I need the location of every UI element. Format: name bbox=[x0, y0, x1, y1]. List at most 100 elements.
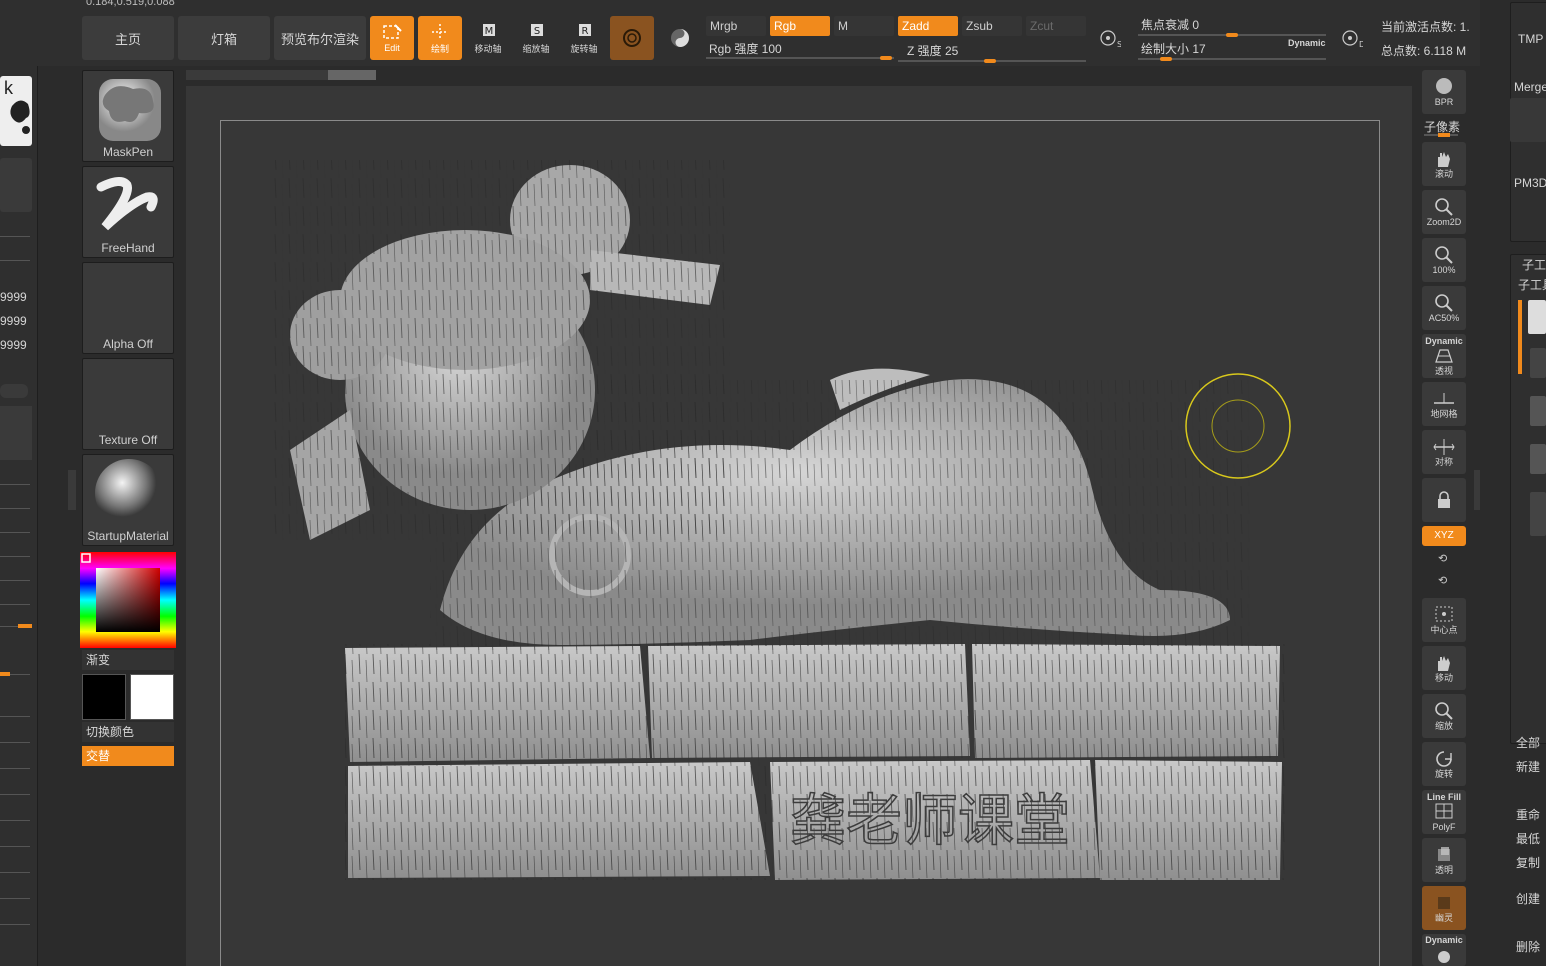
lowest-res-button[interactable]: 最低 bbox=[1516, 830, 1540, 847]
subtool-thumb-3[interactable] bbox=[1530, 396, 1546, 426]
left-collapse-tab[interactable] bbox=[68, 470, 76, 510]
alpha-slot[interactable]: Alpha Off bbox=[82, 262, 174, 354]
lock-button[interactable] bbox=[1422, 478, 1466, 522]
gradient-label[interactable]: 渐变 bbox=[82, 650, 174, 670]
bpr-button[interactable]: BPR bbox=[1422, 70, 1466, 114]
color-picker[interactable] bbox=[80, 552, 176, 648]
scale-view-button[interactable]: 缩放 bbox=[1422, 694, 1466, 738]
rotate-y-icon[interactable]: ⟲ bbox=[1438, 552, 1447, 565]
home-button[interactable]: 主页 bbox=[82, 16, 174, 60]
rotate-z-icon[interactable]: ⟲ bbox=[1438, 574, 1447, 587]
top-toolbar: 0.184,0.519,0.088 主页 灯箱 预览布尔渲染 Edit 绘制 M… bbox=[0, 0, 1546, 66]
show-all-button[interactable]: 全部 bbox=[1516, 734, 1540, 751]
move-axis-button[interactable]: M 移动轴 bbox=[466, 16, 510, 60]
lazy-mouse-s-button[interactable]: S bbox=[1090, 16, 1130, 60]
subtool-subheader: 子工具 bbox=[1518, 278, 1546, 292]
tray-slider-knob-2[interactable] bbox=[0, 672, 10, 676]
material-swatch-button[interactable] bbox=[610, 16, 654, 60]
ac50-label: AC50% bbox=[1428, 313, 1460, 323]
rotate-view-button[interactable]: 旋转 bbox=[1422, 742, 1466, 786]
ghost-button[interactable]: 幽灵 bbox=[1422, 886, 1466, 930]
ac50-button[interactable]: AC50% bbox=[1422, 286, 1466, 330]
new-folder-button[interactable]: 新建 bbox=[1516, 758, 1540, 775]
draw-size-knob[interactable] bbox=[1160, 57, 1172, 61]
subtool-header[interactable]: 子工 bbox=[1522, 256, 1546, 273]
tray-slider-knob[interactable] bbox=[18, 624, 32, 628]
duplicate-button[interactable]: 复制 bbox=[1516, 854, 1540, 871]
move-axis-label: 移动轴 bbox=[474, 43, 502, 54]
tmp-label[interactable]: TMP bbox=[1518, 32, 1543, 46]
svg-text:S: S bbox=[534, 26, 540, 37]
target-d-icon: D bbox=[1342, 30, 1363, 48]
sculpt-model[interactable]: 龚老师课堂 bbox=[230, 150, 1310, 890]
zadd-toggle[interactable]: Zadd bbox=[898, 16, 958, 36]
secondary-color-swatch[interactable] bbox=[82, 674, 126, 720]
persp-label: 透视 bbox=[1434, 366, 1453, 376]
rename-button[interactable]: 重命 bbox=[1516, 806, 1540, 823]
solo-button[interactable]: Dynamic bbox=[1422, 934, 1466, 966]
pm3d-label[interactable]: PM3D bbox=[1514, 176, 1546, 190]
alternate-button[interactable]: 交替 bbox=[82, 746, 174, 766]
rotate-axis-button[interactable]: R 旋转轴 bbox=[562, 16, 606, 60]
zcut-toggle[interactable]: Zcut bbox=[1026, 16, 1086, 36]
gradient-sphere-button[interactable] bbox=[658, 16, 702, 60]
lightbox-button[interactable]: 灯箱 bbox=[178, 16, 270, 60]
tray-box-2[interactable] bbox=[0, 406, 32, 460]
bpr-preview-button[interactable]: 预览布尔渲染 bbox=[274, 16, 366, 60]
z-intensity-knob[interactable] bbox=[984, 59, 996, 63]
mrgb-toggle[interactable]: Mrgb bbox=[706, 16, 766, 36]
tray-toggle[interactable] bbox=[0, 384, 28, 398]
maskpen-brush-slot[interactable]: MaskPen bbox=[82, 70, 174, 162]
draw-button[interactable]: 绘制 bbox=[418, 16, 462, 60]
subpixel-knob[interactable] bbox=[1438, 133, 1450, 137]
rgb-intensity-knob[interactable] bbox=[880, 56, 892, 60]
zoom100-button[interactable]: 100% bbox=[1422, 238, 1466, 282]
move-view-button[interactable]: 移动 bbox=[1422, 646, 1466, 690]
brush-cursor bbox=[1185, 373, 1291, 479]
subtool-thumb-4[interactable] bbox=[1530, 444, 1546, 474]
scroll-button[interactable]: 滚动 bbox=[1422, 142, 1466, 186]
move-view-label: 移动 bbox=[1434, 673, 1453, 683]
center-point-button[interactable]: 中心点 bbox=[1422, 598, 1466, 642]
svg-text:R: R bbox=[582, 26, 589, 37]
symmetry-button[interactable]: 对称 bbox=[1422, 430, 1466, 474]
subtool-thumb-5[interactable] bbox=[1530, 492, 1546, 536]
freehand-stroke-slot[interactable]: FreeHand bbox=[82, 166, 174, 258]
tray-box[interactable] bbox=[0, 158, 32, 212]
primary-color-swatch[interactable] bbox=[130, 674, 174, 720]
brush-preview-thumb[interactable]: k bbox=[0, 76, 32, 146]
ghost-label: 幽灵 bbox=[1434, 913, 1453, 923]
xyz-toggle[interactable]: XYZ bbox=[1422, 526, 1466, 546]
focal-shift-knob[interactable] bbox=[1226, 33, 1238, 37]
linefill-label: Line Fill bbox=[1426, 792, 1461, 802]
merge-thumb[interactable] bbox=[1510, 98, 1546, 142]
scale-view-icon bbox=[1435, 702, 1453, 720]
material-slot[interactable]: StartupMaterial bbox=[82, 454, 174, 546]
ghost-icon bbox=[1438, 897, 1450, 909]
floor-button[interactable]: 地网格 bbox=[1422, 382, 1466, 426]
texture-slot[interactable]: Texture Off bbox=[82, 358, 174, 450]
canvas-tab-active[interactable] bbox=[328, 70, 376, 80]
m-toggle[interactable]: M bbox=[834, 16, 894, 36]
switch-color-button[interactable]: 切换颜色 bbox=[82, 722, 174, 742]
floor-label: 地网格 bbox=[1430, 409, 1458, 419]
dynamic-label[interactable]: Dynamic bbox=[1288, 38, 1326, 48]
delete-button[interactable]: 删除 bbox=[1516, 938, 1540, 955]
scale-axis-button[interactable]: S 缩放轴 bbox=[514, 16, 558, 60]
polyframe-grid-icon bbox=[1435, 803, 1453, 819]
subtool-thumb-2[interactable] bbox=[1530, 348, 1546, 378]
svg-text:M: M bbox=[485, 26, 494, 37]
zoom2d-button[interactable]: Zoom2D bbox=[1422, 190, 1466, 234]
subtool-thumb-1[interactable] bbox=[1528, 300, 1546, 334]
merge-label[interactable]: Merge bbox=[1514, 80, 1546, 94]
rgb-intensity-slider[interactable] bbox=[706, 57, 894, 59]
polyframe-button[interactable]: Line Fill PolyF bbox=[1422, 790, 1466, 834]
lazy-mouse-d-button[interactable]: D bbox=[1332, 16, 1372, 60]
edit-button[interactable]: Edit bbox=[370, 16, 414, 60]
zsub-toggle[interactable]: Zsub bbox=[962, 16, 1022, 36]
create-button[interactable]: 创建 bbox=[1516, 890, 1540, 907]
perspective-button[interactable]: Dynamic 透视 bbox=[1422, 334, 1466, 378]
transparency-button[interactable]: 透明 bbox=[1422, 838, 1466, 882]
scroll-label: 滚动 bbox=[1434, 169, 1453, 179]
rgb-toggle[interactable]: Rgb bbox=[770, 16, 830, 36]
